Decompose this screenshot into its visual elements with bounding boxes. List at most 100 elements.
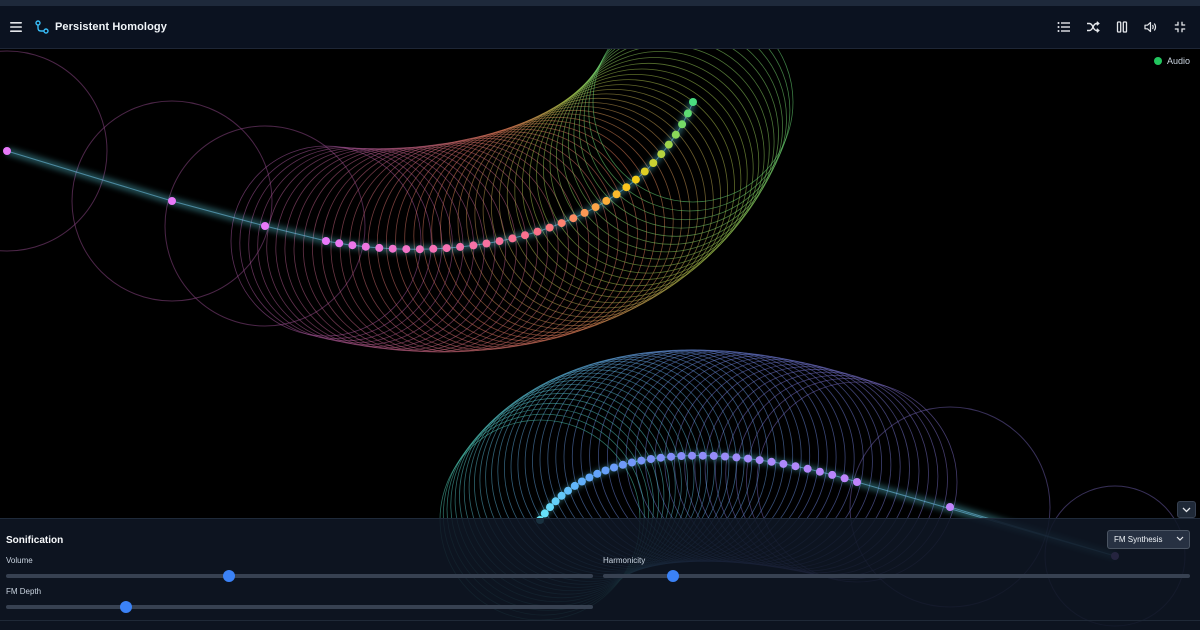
data-point xyxy=(671,130,680,139)
data-point xyxy=(656,453,665,462)
volume-slider-thumb[interactable] xyxy=(223,570,236,582)
data-point xyxy=(602,196,611,205)
synthesis-mode-value: FM Synthesis xyxy=(1114,535,1163,544)
data-point xyxy=(618,460,627,469)
synthesis-mode-select[interactable]: FM Synthesis xyxy=(1107,530,1190,549)
graph-nodes-icon xyxy=(35,20,49,34)
data-point xyxy=(640,167,649,176)
data-point xyxy=(779,459,788,468)
data-point xyxy=(456,242,465,251)
data-point xyxy=(469,241,478,250)
data-point xyxy=(803,464,812,473)
volume-label: Volume xyxy=(6,556,33,565)
data-point xyxy=(627,458,636,467)
data-point xyxy=(375,243,384,252)
data-point xyxy=(664,140,673,149)
pause-icon xyxy=(1116,21,1128,33)
data-point xyxy=(657,150,666,159)
data-point xyxy=(585,473,594,482)
data-point xyxy=(637,456,646,465)
data-point xyxy=(853,478,861,486)
volume-slider[interactable] xyxy=(6,570,593,582)
sonification-panel: Sonification FM Synthesis Volume Harmoni… xyxy=(0,518,1200,630)
harmonicity-label: Harmonicity xyxy=(603,556,646,565)
list-button[interactable] xyxy=(1050,13,1078,41)
volume-button[interactable] xyxy=(1137,13,1165,41)
audio-indicator: Audio xyxy=(1153,56,1190,66)
data-point xyxy=(3,147,11,155)
data-point xyxy=(622,183,631,192)
data-point xyxy=(610,463,618,472)
data-point xyxy=(551,497,560,506)
data-point xyxy=(570,481,579,490)
data-point xyxy=(946,503,954,511)
app-title: Persistent Homology xyxy=(55,21,167,33)
data-point xyxy=(569,214,578,223)
data-point xyxy=(557,219,566,228)
data-point xyxy=(261,222,269,230)
curve-line xyxy=(6,101,694,250)
data-point xyxy=(683,109,692,118)
data-point xyxy=(168,197,176,205)
harmonicity-slider[interactable] xyxy=(603,570,1190,582)
data-point xyxy=(612,190,621,199)
data-point xyxy=(732,453,741,462)
data-point xyxy=(828,470,837,479)
harmonicity-slider-thumb[interactable] xyxy=(667,570,680,582)
header-actions xyxy=(1050,13,1194,41)
data-point xyxy=(388,244,397,253)
data-point xyxy=(667,452,675,461)
data-point xyxy=(322,237,330,245)
curve-glow xyxy=(5,100,697,253)
data-point xyxy=(402,245,411,254)
data-point xyxy=(577,477,586,486)
menu-icon xyxy=(10,22,22,32)
data-point xyxy=(415,245,424,254)
data-point xyxy=(631,175,640,184)
data-point xyxy=(744,454,752,463)
data-point xyxy=(688,451,696,460)
shuffle-button[interactable] xyxy=(1079,13,1107,41)
data-point xyxy=(442,244,451,253)
panel-title: Sonification xyxy=(6,535,64,546)
data-point xyxy=(791,462,800,471)
data-point xyxy=(495,237,504,246)
data-point xyxy=(580,208,589,217)
chevron-down-icon xyxy=(1182,507,1191,512)
data-point xyxy=(767,457,776,466)
data-point xyxy=(755,456,764,465)
data-point xyxy=(840,474,849,483)
fm-depth-label: FM Depth xyxy=(6,587,42,596)
data-point xyxy=(508,234,517,243)
data-point xyxy=(698,451,707,460)
data-point xyxy=(533,227,542,236)
data-point xyxy=(557,491,566,500)
audio-label: Audio xyxy=(1166,56,1190,66)
data-point xyxy=(677,452,686,460)
data-point xyxy=(721,452,729,461)
data-point xyxy=(335,239,344,248)
exit-fullscreen-button[interactable] xyxy=(1166,13,1194,41)
app-header: Persistent Homology xyxy=(0,6,1200,49)
collapse-panel-button[interactable] xyxy=(1177,501,1196,518)
data-point xyxy=(545,223,554,232)
audio-status-dot xyxy=(1153,57,1162,65)
data-point xyxy=(646,455,655,463)
shuffle-icon xyxy=(1087,21,1100,33)
data-point xyxy=(361,242,370,251)
menu-button[interactable] xyxy=(2,13,30,41)
data-point xyxy=(649,159,658,167)
data-point xyxy=(678,120,687,129)
data-point xyxy=(429,244,438,253)
data-point xyxy=(593,469,602,478)
pause-button[interactable] xyxy=(1108,13,1136,41)
minimize-icon xyxy=(1174,21,1186,33)
panel-bottom-divider xyxy=(0,620,1200,621)
data-point xyxy=(546,503,554,512)
chevron-down-icon xyxy=(1176,536,1184,541)
data-point xyxy=(709,451,718,460)
fm-depth-slider-thumb[interactable] xyxy=(120,601,133,613)
data-point xyxy=(348,241,357,250)
data-point xyxy=(540,509,549,518)
fm-depth-slider[interactable] xyxy=(6,601,593,613)
